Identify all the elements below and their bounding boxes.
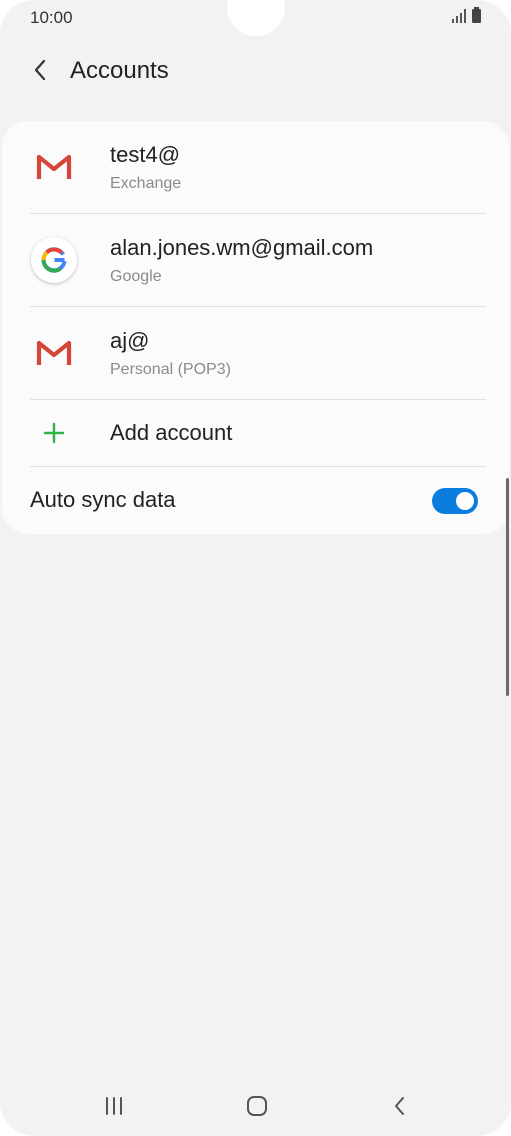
auto-sync-label: Auto sync data: [30, 487, 176, 512]
page-title: Accounts: [70, 57, 169, 84]
recent-apps-icon: [106, 1097, 122, 1115]
signal-icon: [452, 9, 466, 23]
account-row-pop3[interactable]: aj@ Personal (POP3): [2, 307, 509, 399]
phone-screen: 10:00 Accounts test4@ Exchange alan.jone…: [0, 0, 511, 1136]
add-account-label: Add account: [110, 420, 233, 445]
account-type: Personal (POP3): [110, 361, 231, 378]
chevron-left-icon: [34, 59, 46, 81]
account-type: Exchange: [110, 175, 182, 192]
back-button[interactable]: [24, 54, 56, 86]
account-type: Google: [110, 268, 162, 285]
account-name: aj@: [110, 328, 150, 353]
home-icon: [247, 1096, 267, 1116]
gmail-icon: [30, 329, 78, 377]
plus-icon: [30, 409, 78, 457]
toggle-knob: [454, 490, 476, 512]
scrollbar-thumb[interactable]: [506, 478, 509, 696]
navigation-bar: [0, 1076, 511, 1136]
app-bar: Accounts: [0, 48, 511, 98]
recent-apps-button[interactable]: [94, 1090, 134, 1122]
add-account-button[interactable]: Add account: [2, 400, 509, 466]
google-icon: [30, 236, 78, 284]
camera-notch: [227, 0, 285, 36]
account-row-google[interactable]: alan.jones.wm@gmail.com Google: [2, 214, 509, 306]
account-row-exchange[interactable]: test4@ Exchange: [2, 121, 509, 213]
home-button[interactable]: [237, 1090, 277, 1122]
auto-sync-row: Auto sync data: [2, 467, 509, 533]
gmail-icon: [30, 143, 78, 191]
battery-icon: [472, 7, 481, 23]
accounts-card: test4@ Exchange alan.jones.wm@gmail.com …: [2, 121, 509, 534]
account-name: test4@: [110, 142, 181, 167]
back-nav-button[interactable]: [380, 1090, 420, 1122]
account-name: alan.jones.wm@gmail.com: [110, 235, 374, 260]
chevron-left-icon: [395, 1097, 404, 1115]
status-time: 10:00: [30, 8, 73, 27]
status-icons: [452, 7, 481, 23]
auto-sync-toggle[interactable]: [432, 488, 478, 514]
